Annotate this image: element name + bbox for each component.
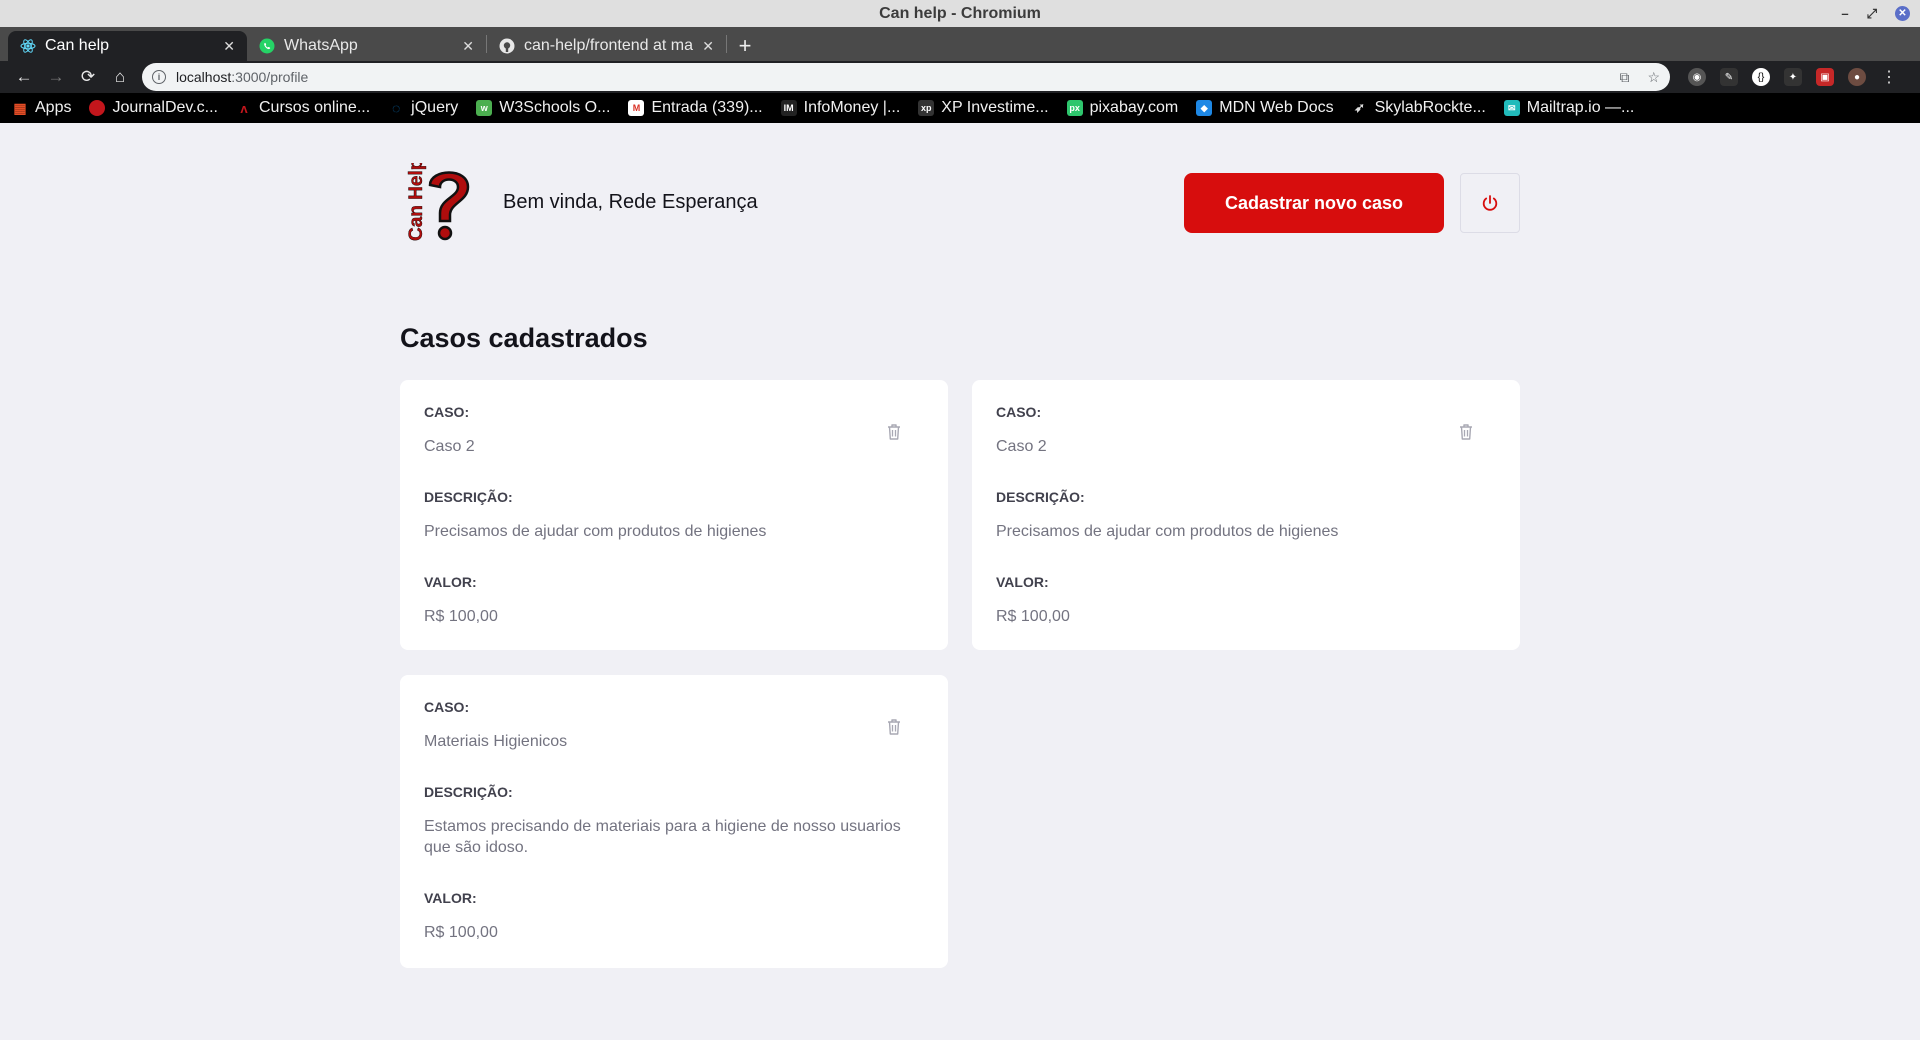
pixabay-icon: px: [1066, 100, 1083, 116]
bookmark-item[interactable]: xp XP Investime...: [918, 99, 1049, 117]
bookmark-item[interactable]: ᴧ Cursos online...: [236, 99, 370, 117]
gmail-icon: M: [628, 100, 645, 116]
extension-puzzle-icon[interactable]: ✦: [1784, 68, 1802, 86]
translate-icon[interactable]: ⧉: [1619, 69, 1629, 86]
bookmark-item[interactable]: M Entrada (339)...: [628, 99, 763, 117]
mdn-icon: ◆: [1196, 100, 1213, 116]
extension-camera-icon[interactable]: ◉: [1688, 68, 1706, 86]
rocket-icon: ➶: [1354, 100, 1366, 115]
can-help-logo: Can Help: [400, 158, 480, 243]
forward-button[interactable]: →: [40, 63, 72, 91]
apps-grid-icon: ▦: [13, 99, 27, 116]
tab-close-icon[interactable]: ✕: [462, 38, 474, 55]
page-content: Can Help Bem vinda, Rede Esperança Cadas…: [0, 123, 1920, 1040]
xp-icon: xp: [918, 100, 935, 116]
trash-icon[interactable]: [884, 422, 904, 442]
bookmark-item[interactable]: px pixabay.com: [1066, 99, 1178, 117]
welcome-text: Bem vinda, Rede Esperança: [503, 191, 758, 213]
address-bar[interactable]: i localhost:3000/profile ⧉ ☆: [142, 63, 1670, 91]
mailtrap-icon: ✉: [1503, 100, 1520, 116]
case-label: CASO:: [424, 404, 470, 420]
bookmark-star-icon[interactable]: ☆: [1647, 69, 1660, 86]
site-info-icon[interactable]: i: [152, 70, 166, 84]
trash-icon[interactable]: [1456, 422, 1476, 442]
tab-label: Can help: [45, 37, 110, 54]
tab-github[interactable]: can-help/frontend at ma ✕: [487, 31, 726, 61]
tab-label: WhatsApp: [284, 37, 358, 54]
tab-close-icon[interactable]: ✕: [223, 38, 235, 55]
infomoney-icon: IM: [780, 100, 797, 116]
description-label: DESCRIÇÃO:: [424, 784, 513, 800]
profile-header: Can Help Bem vinda, Rede Esperança Cadas…: [400, 158, 1520, 243]
case-description: Precisamos de ajudar com produtos de hig…: [424, 523, 767, 540]
back-button[interactable]: ←: [8, 63, 40, 91]
svg-text:Can Help: Can Help: [406, 163, 427, 241]
browser-toolbar: ← → ⟳ ⌂ i localhost:3000/profile ⧉ ☆ ◉ ✎…: [0, 61, 1920, 93]
case-label: CASO:: [424, 699, 470, 715]
window-controls: – ⤢ ✕: [1841, 0, 1910, 27]
bookmarks-bar: ▦ Apps JournalDev.c... ᴧ Cursos online... …: [0, 93, 1920, 123]
case-description: Estamos precisando de materiais para a h…: [424, 818, 901, 856]
whatsapp-icon: [259, 38, 275, 54]
case-title: Materiais Higienicos: [424, 733, 568, 750]
tab-close-icon[interactable]: ✕: [702, 38, 714, 55]
w3schools-icon: w: [476, 100, 493, 116]
tab-strip: Can help ✕ WhatsApp ✕ can-help/frontend …: [0, 27, 1920, 61]
extension-icons: ◉ ✎ {} ✦ ▣ ● ⋮: [1688, 68, 1898, 86]
profile-avatar-icon[interactable]: ●: [1848, 68, 1866, 86]
window-title: Can help - Chromium: [879, 4, 1041, 22]
value-label: VALOR:: [996, 574, 1049, 590]
address-url: localhost:3000/profile: [176, 69, 309, 85]
description-label: DESCRIÇÃO:: [424, 489, 513, 505]
menu-kebab-icon[interactable]: ⋮: [1880, 68, 1898, 86]
tab-label: can-help/frontend at ma: [524, 37, 693, 54]
extension-pen-icon[interactable]: ✎: [1720, 68, 1738, 86]
case-description: Precisamos de ajudar com produtos de hig…: [996, 523, 1339, 540]
tab-whatsapp[interactable]: WhatsApp ✕: [247, 31, 486, 61]
case-value: R$ 100,00: [424, 924, 498, 941]
page-title: Casos cadastrados: [400, 323, 648, 353]
bookmark-apps[interactable]: ▦ Apps: [12, 99, 71, 117]
case-card: CASO: Materiais Higienicos DESCRIÇÃO: Esta…: [400, 675, 948, 968]
jquery-icon: ◌: [392, 100, 401, 116]
new-tab-button[interactable]: +: [727, 31, 763, 61]
trash-icon[interactable]: [884, 717, 904, 737]
bookmark-item[interactable]: w W3Schools O...: [476, 99, 610, 117]
case-label: CASO:: [996, 404, 1042, 420]
bookmark-item[interactable]: JournalDev.c...: [89, 99, 218, 117]
case-title: Caso 2: [424, 438, 475, 455]
value-label: VALOR:: [424, 890, 477, 906]
extension-json-icon[interactable]: {}: [1752, 68, 1770, 86]
case-value: R$ 100,00: [996, 608, 1070, 625]
power-icon: [1482, 195, 1498, 211]
reload-button[interactable]: ⟳: [72, 63, 104, 91]
case-value: R$ 100,00: [424, 608, 498, 625]
restore-icon[interactable]: ⤢: [1867, 6, 1877, 22]
cursos-icon: ᴧ: [240, 100, 248, 116]
bookmark-item[interactable]: IM InfoMoney |...: [780, 99, 900, 117]
case-title: Caso 2: [996, 438, 1047, 455]
case-card: CASO: Caso 2 DESCRIÇÃO: Precisamos de ajud…: [972, 380, 1520, 650]
react-icon: [20, 38, 36, 54]
bookmark-item[interactable]: ✉ Mailtrap.io —...: [1503, 99, 1634, 117]
case-card: CASO: Caso 2 DESCRIÇÃO: Precisamos de ajud…: [400, 380, 948, 650]
value-label: VALOR:: [424, 574, 477, 590]
extension-red-icon[interactable]: ▣: [1816, 68, 1834, 86]
home-button[interactable]: ⌂: [104, 63, 136, 91]
description-label: DESCRIÇÃO:: [996, 489, 1085, 505]
bookmark-item[interactable]: ◌ jQuery: [388, 99, 458, 117]
bookmark-item[interactable]: ◆ MDN Web Docs: [1196, 99, 1334, 117]
journaldev-icon: [89, 100, 106, 116]
new-case-button[interactable]: Cadastrar novo caso: [1184, 173, 1444, 233]
window-titlebar: Can help - Chromium – ⤢ ✕: [0, 0, 1920, 27]
close-window-icon[interactable]: ✕: [1895, 6, 1910, 21]
minimize-icon[interactable]: –: [1841, 6, 1848, 21]
github-icon: [499, 38, 515, 54]
tab-can-help[interactable]: Can help ✕: [8, 31, 247, 61]
logout-button[interactable]: [1460, 173, 1520, 233]
bookmark-item[interactable]: ➶ SkylabRockte...: [1352, 99, 1486, 117]
